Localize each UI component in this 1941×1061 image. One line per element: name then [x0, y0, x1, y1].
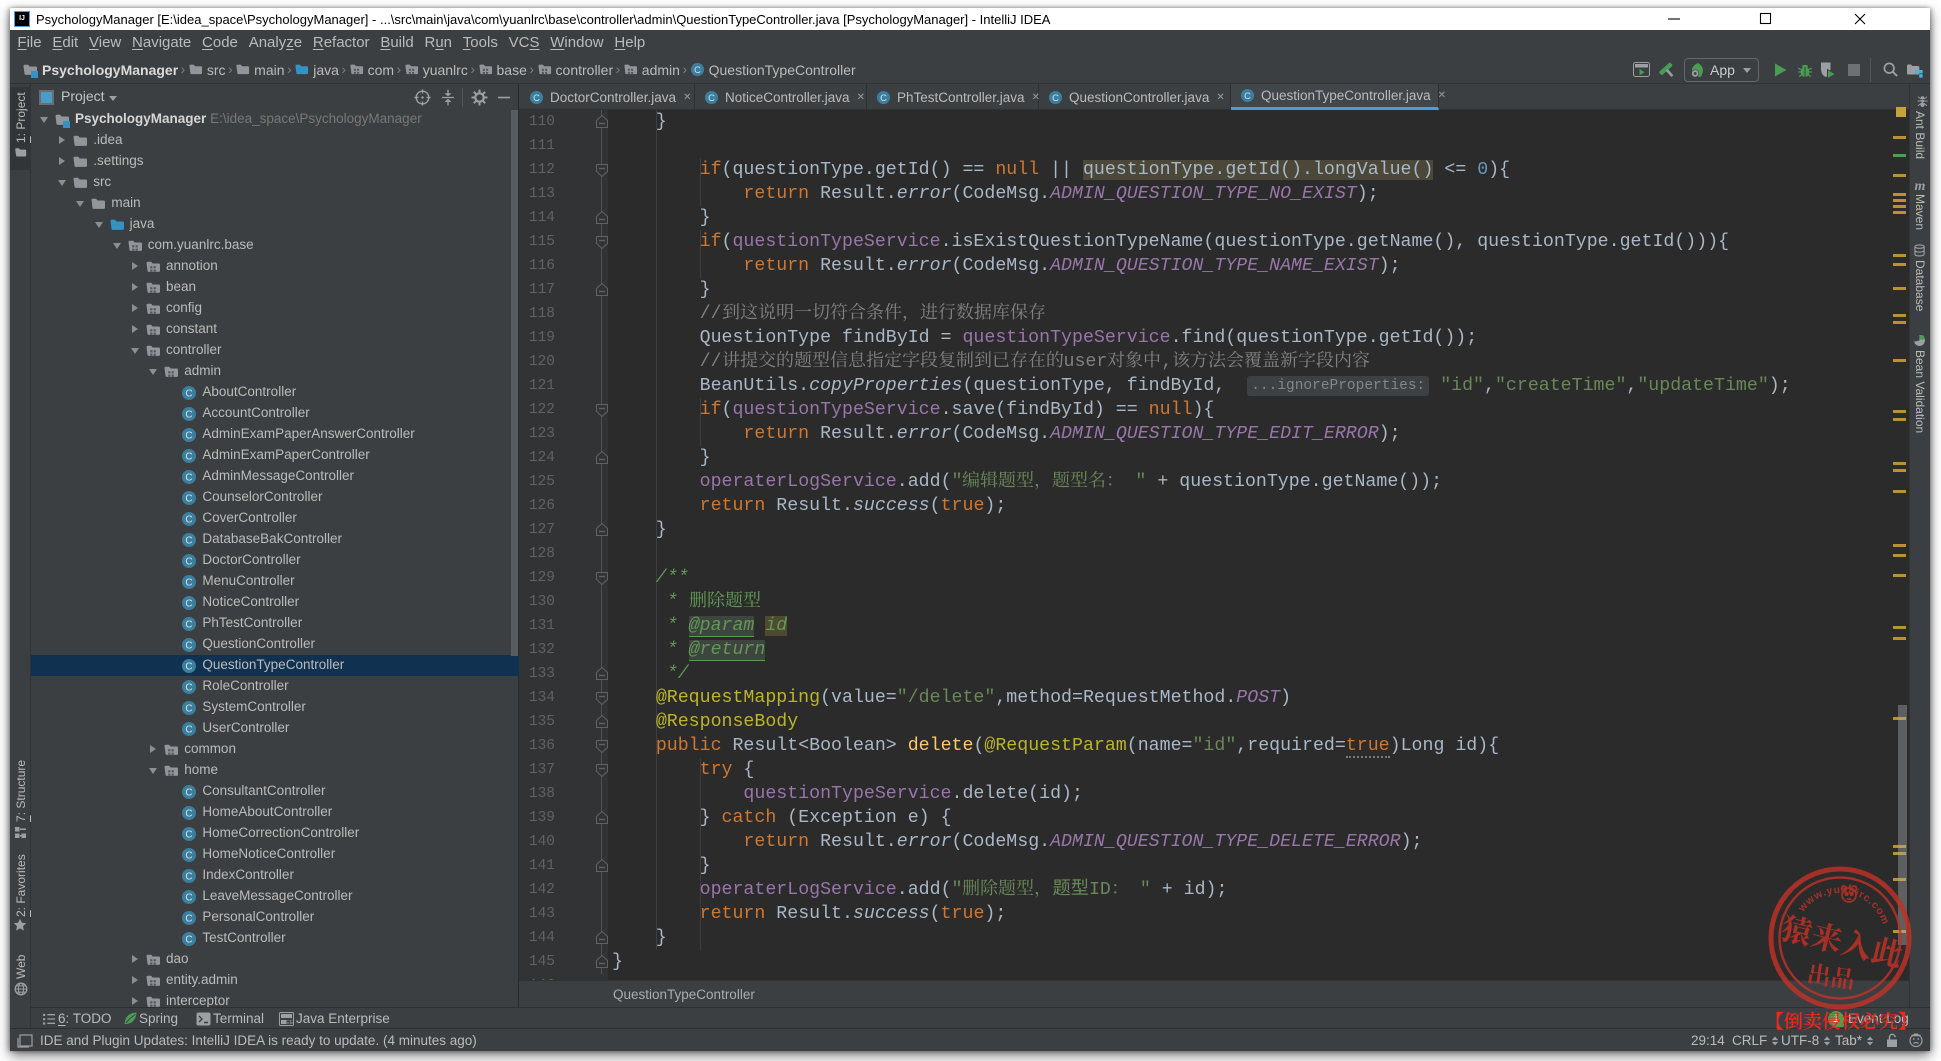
svg-text:C: C — [186, 892, 193, 903]
svg-text:C: C — [186, 619, 193, 630]
svg-text:C: C — [186, 913, 193, 924]
svg-text:C: C — [186, 808, 193, 819]
svg-text:C: C — [533, 92, 540, 102]
svg-text:C: C — [186, 661, 193, 672]
svg-text:EE: EE — [286, 1020, 294, 1026]
svg-text:C: C — [186, 409, 193, 420]
svg-text:C: C — [186, 598, 193, 609]
svg-text:m: m — [1915, 179, 1926, 192]
svg-text:C: C — [186, 724, 193, 735]
svg-text:C: C — [1052, 92, 1059, 102]
svg-text:C: C — [186, 493, 193, 504]
svg-text:C: C — [186, 535, 193, 546]
svg-text:C: C — [186, 787, 193, 798]
svg-text:C: C — [694, 65, 701, 75]
svg-text:C: C — [186, 829, 193, 840]
svg-text:C: C — [186, 430, 193, 441]
svg-text:C: C — [186, 871, 193, 882]
svg-text:C: C — [186, 934, 193, 945]
svg-text:C: C — [186, 577, 193, 588]
svg-text:C: C — [880, 92, 887, 102]
svg-text:C: C — [186, 682, 193, 693]
svg-text:C: C — [186, 640, 193, 651]
svg-text:C: C — [186, 850, 193, 861]
svg-text:C: C — [186, 703, 193, 714]
svg-text:C: C — [186, 451, 193, 462]
svg-text:C: C — [186, 472, 193, 483]
svg-text:C: C — [186, 514, 193, 525]
svg-text:C: C — [708, 92, 715, 102]
svg-text:C: C — [1244, 91, 1251, 101]
svg-text:C: C — [186, 388, 193, 399]
svg-text:C: C — [186, 556, 193, 567]
